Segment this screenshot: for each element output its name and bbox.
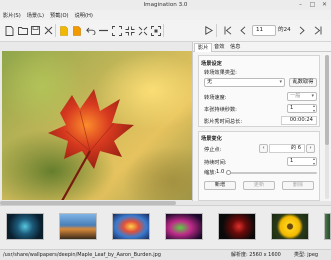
zoom-slider-handle[interactable] (226, 170, 231, 175)
motion-duration-label: 持续时间: (204, 160, 227, 166)
file-path: /usr/share/wallpapers/deepin/Maple_Leaf_… (3, 252, 161, 258)
properties-panel: 影片 音效 信息 场景设定 转场效果类型: 无 ▾ 乱数取得 转场速度: 一般 … (192, 42, 331, 201)
title-bar: Imagination 3.0 – □ ✕ (0, 0, 331, 10)
window-title: Imagination 3.0 (143, 2, 188, 8)
zoom-value: 1.0 (216, 169, 225, 175)
menu-bar: 影片(S) 场景(L) 预截(O) 说明(H) (0, 10, 331, 20)
last-slide-icon[interactable] (312, 25, 323, 36)
toolbar: 11 的24 (0, 20, 331, 42)
import-images-icon[interactable] (58, 25, 69, 36)
add-stop-point-button[interactable]: 新增 (204, 181, 236, 190)
remove-icon[interactable] (98, 25, 109, 36)
close-file-icon[interactable] (43, 25, 54, 36)
zoom-in-icon[interactable] (124, 25, 135, 36)
zoom-actual-icon[interactable] (150, 25, 161, 36)
update-stop-point-button[interactable]: 更新 (243, 181, 275, 190)
next-slide-icon[interactable] (296, 25, 307, 36)
maple-leaf-image (48, 89, 134, 200)
minimize-icon[interactable]: – (296, 0, 305, 10)
tab-audio[interactable]: 音效 (211, 43, 227, 52)
slide-duration-spinner[interactable]: 1 ▴ ▾ (287, 103, 317, 113)
menu-slide[interactable]: 场景(L) (27, 12, 44, 19)
transition-type-label: 转场效果类型: (204, 70, 237, 76)
slide-duration-label: 本张持续秒数: (204, 107, 237, 113)
spin-arrows-icon[interactable]: ▴ ▾ (313, 103, 315, 113)
transition-speed-select[interactable]: 一般 ▾ (287, 92, 317, 101)
menu-help[interactable]: 说明(H) (75, 12, 93, 19)
menu-slideshow[interactable]: 影片(S) (3, 12, 21, 19)
zoom-out-icon[interactable] (137, 25, 148, 36)
first-slide-icon[interactable] (222, 25, 233, 36)
toolbar-separator (55, 24, 56, 37)
slide-preview-image[interactable] (2, 51, 192, 200)
toolbar-separator (163, 24, 164, 37)
tab-info[interactable]: 信息 (227, 43, 243, 52)
tab-slideshow[interactable]: 影片 (194, 43, 213, 52)
slide-thumbnail[interactable] (324, 213, 331, 240)
stop-point-prev-button[interactable]: ‹ (259, 144, 268, 153)
total-time-label: 影片秀时间总长: (204, 119, 243, 125)
prev-slide-icon[interactable] (237, 25, 248, 36)
transition-type-select[interactable]: 无 ▾ (204, 78, 285, 87)
filmstrip (0, 205, 331, 249)
menu-preview[interactable]: 预截(O) (50, 12, 69, 19)
stop-point-value: 的 6 (269, 144, 305, 153)
zoom-slider[interactable] (227, 172, 317, 174)
slide-thumbnail[interactable] (271, 213, 309, 240)
slide-thumbnail[interactable] (112, 213, 150, 240)
scene-motion-header: 场景变化 (201, 136, 222, 142)
page-number-input[interactable]: 11 (252, 25, 276, 36)
undo-icon[interactable] (85, 25, 96, 36)
panel-scrollbar-thumb[interactable] (325, 55, 329, 145)
panel-tabs: 影片 音效 信息 (193, 42, 331, 52)
chevron-down-icon: ▾ (279, 79, 282, 85)
panel-scrollbar[interactable] (325, 55, 329, 199)
play-icon[interactable] (203, 25, 214, 36)
page-total-label: 的24 (278, 27, 291, 33)
random-transition-button[interactable]: 乱数取得 (289, 78, 317, 87)
toolbar-separator (216, 24, 217, 37)
open-folder-icon[interactable] (17, 25, 28, 36)
close-icon[interactable]: ✕ (320, 0, 329, 10)
motion-duration-spinner[interactable]: 1 ▴ ▾ (287, 156, 317, 166)
save-icon[interactable] (30, 25, 41, 36)
transition-speed-label: 转场速度: (204, 95, 227, 101)
new-file-icon[interactable] (4, 25, 15, 36)
slide-thumbnail[interactable] (165, 213, 203, 240)
maximize-icon[interactable]: □ (308, 0, 317, 10)
chevron-down-icon: ▾ (311, 93, 314, 99)
import-audio-icon[interactable] (71, 25, 82, 36)
delete-stop-point-button[interactable]: 删除 (282, 181, 314, 190)
slide-thumbnail[interactable] (59, 213, 97, 240)
image-resolution: 解析度: 2560 x 1600 (231, 252, 281, 258)
stop-point-label: 停止点: (204, 147, 222, 153)
stop-point-next-button[interactable]: › (306, 144, 315, 153)
zoom-label: 缩放: (204, 170, 217, 176)
zoom-fit-icon[interactable] (111, 25, 122, 36)
image-type: 类型: jpeg (294, 252, 319, 258)
slide-thumbnail[interactable] (218, 213, 256, 240)
status-bar: /usr/share/wallpapers/deepin/Maple_Leaf_… (0, 249, 331, 260)
total-time-value: 00:00:24 (281, 116, 317, 125)
spin-arrows-icon[interactable]: ▴ ▾ (313, 156, 315, 166)
slide-thumbnail[interactable] (6, 213, 44, 240)
scene-settings-header: 场景设定 (201, 61, 222, 67)
